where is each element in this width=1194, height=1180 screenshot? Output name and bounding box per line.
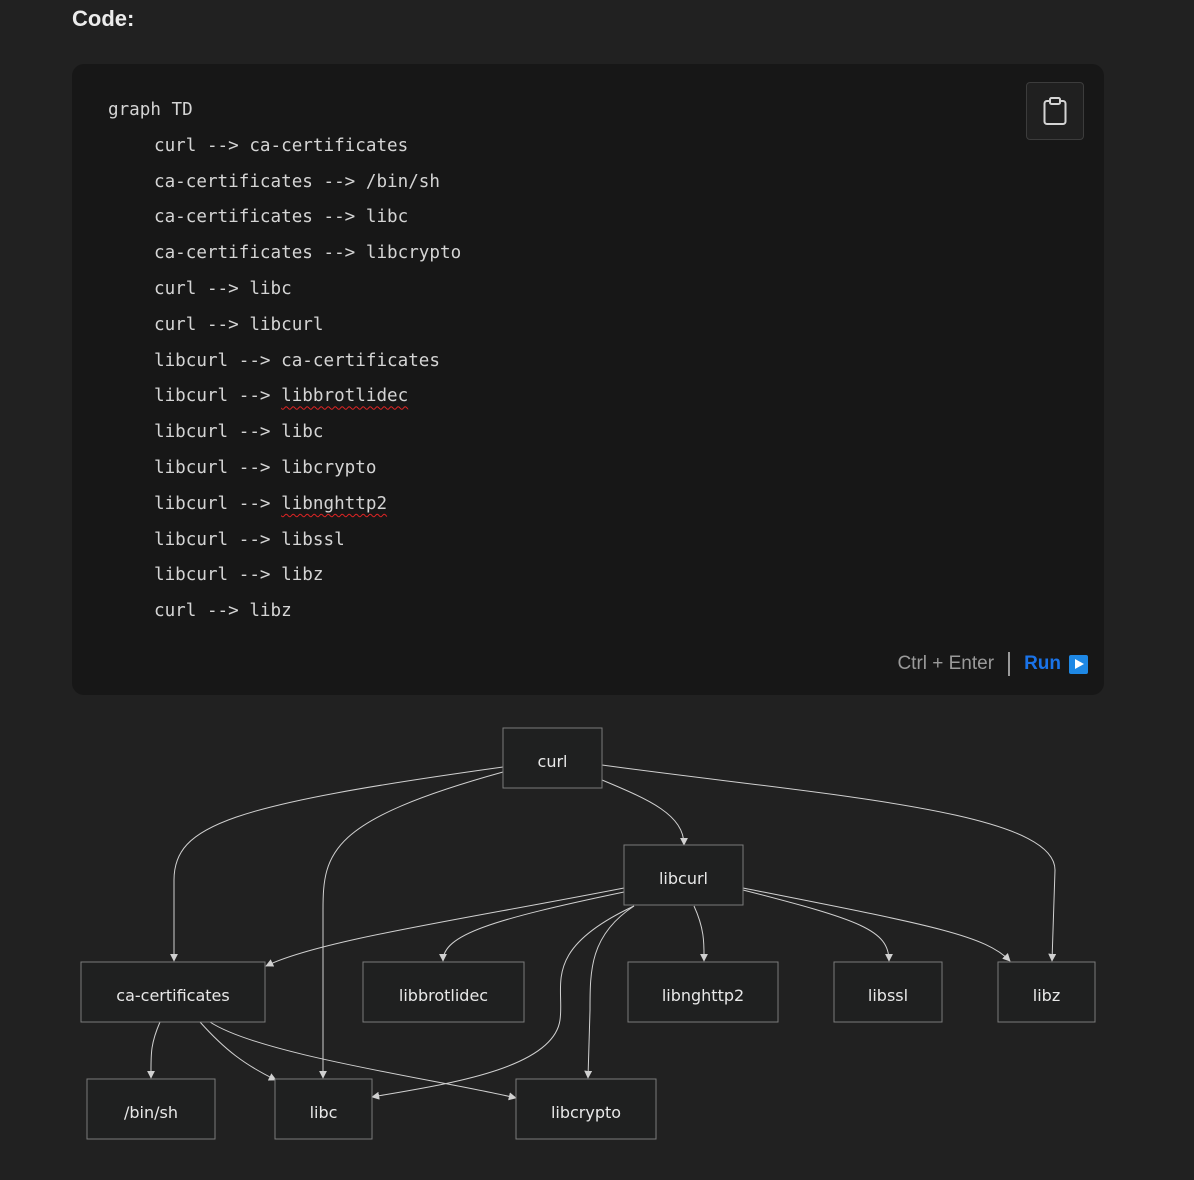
node-libcrypto[interactable]: libcrypto xyxy=(515,1078,657,1140)
clipboard-icon xyxy=(1043,97,1067,125)
code-token-misspelled: libbrotlidec xyxy=(281,386,409,407)
node-label: libz xyxy=(1033,986,1060,1005)
code-token: curl --> libc xyxy=(154,278,292,299)
run-shortcut-hint: Ctrl + Enter xyxy=(897,653,995,674)
node-libbrotlidec[interactable]: libbrotlidec xyxy=(362,961,525,1023)
run-bar: Ctrl + Enter Run xyxy=(897,652,1088,676)
code-token: ca-certificates --> libc xyxy=(154,207,409,228)
node-label: libcurl xyxy=(659,869,708,888)
code-line: libcurl --> libnghttp2 xyxy=(108,487,461,523)
code-token: libcurl --> libc xyxy=(154,422,324,443)
mermaid-diagram: curl libcurl ca-certificates libbrotlide… xyxy=(80,727,1096,1140)
node-libc[interactable]: libc xyxy=(274,1078,373,1140)
code-line: ca-certificates --> libcrypto xyxy=(108,236,461,272)
edge-cacertificates-binsh xyxy=(146,1021,161,1079)
code-token: graph TD xyxy=(108,100,193,120)
play-icon xyxy=(1069,654,1088,674)
code-editor[interactable]: graph TD curl --> ca-certificates ca-certi… xyxy=(108,93,461,630)
code-token: ca-certificates --> /bin/sh xyxy=(154,171,440,192)
code-token: libcurl --> xyxy=(154,386,282,407)
node-libssl[interactable]: libssl xyxy=(833,961,943,1023)
node-label: /bin/sh xyxy=(124,1103,178,1122)
code-line: curl --> libcurl xyxy=(108,308,461,344)
divider xyxy=(1008,652,1011,676)
code-line: graph TD xyxy=(108,93,461,129)
run-button[interactable]: Run xyxy=(1024,653,1088,675)
node-label: libcrypto xyxy=(551,1103,621,1122)
code-line: curl --> libz xyxy=(108,594,461,630)
code-line: ca-certificates --> libc xyxy=(108,200,461,236)
edge-libcurl-libssl xyxy=(742,889,893,962)
node-label: libbrotlidec xyxy=(399,986,488,1005)
code-token: libcurl --> xyxy=(154,493,282,514)
code-token: libcurl --> ca-certificates xyxy=(154,350,440,371)
edge-curl-cacertificates xyxy=(170,766,504,962)
node-label: libssl xyxy=(868,986,908,1005)
node-label: curl xyxy=(538,752,568,771)
edge-libcurl-libnghttp2 xyxy=(693,905,709,962)
edge-curl-libcurl xyxy=(601,779,688,846)
node-libz[interactable]: libz xyxy=(997,961,1096,1023)
code-line: libcurl --> ca-certificates xyxy=(108,344,461,380)
node-bin-sh[interactable]: /bin/sh xyxy=(86,1078,216,1140)
code-line: libcurl --> libbrotlidec xyxy=(108,379,461,415)
section-title: Code: xyxy=(72,6,135,31)
code-line: ca-certificates --> /bin/sh xyxy=(108,165,461,201)
code-line: libcurl --> libcrypto xyxy=(108,451,461,487)
code-token: curl --> libcurl xyxy=(154,314,324,335)
code-token: libcurl --> libcrypto xyxy=(154,457,377,478)
code-line: libcurl --> libz xyxy=(108,558,461,594)
edge-libcurl-cacertificates xyxy=(265,887,625,967)
code-token: curl --> ca-certificates xyxy=(154,135,409,156)
code-token: libcurl --> libssl xyxy=(154,529,345,550)
edge-curl-libc xyxy=(319,771,504,1079)
code-token: curl --> libz xyxy=(154,601,292,622)
node-ca-certificates[interactable]: ca-certificates xyxy=(80,961,266,1023)
code-token: libcurl --> libz xyxy=(154,565,324,586)
code-line: libcurl --> libssl xyxy=(108,523,461,559)
run-label: Run xyxy=(1024,653,1061,674)
node-libnghttp2[interactable]: libnghttp2 xyxy=(627,961,779,1023)
node-curl[interactable]: curl xyxy=(502,727,603,789)
node-label: libnghttp2 xyxy=(662,986,744,1005)
code-token-misspelled: libnghttp2 xyxy=(281,493,388,514)
code-block: graph TD curl --> ca-certificates ca-certi… xyxy=(72,64,1104,695)
code-token: ca-certificates --> libcrypto xyxy=(154,243,462,264)
code-line: curl --> libc xyxy=(108,272,461,308)
edge-libcurl-libcrypto xyxy=(584,905,635,1079)
node-label: libc xyxy=(310,1103,338,1122)
node-label: ca-certificates xyxy=(116,986,229,1005)
edge-libcurl-libz xyxy=(742,887,1011,962)
copy-code-button[interactable] xyxy=(1026,82,1084,140)
edge-cacertificates-libc xyxy=(199,1021,277,1081)
node-libcurl[interactable]: libcurl xyxy=(623,844,744,906)
code-line: curl --> ca-certificates xyxy=(108,129,461,165)
code-line: libcurl --> libc xyxy=(108,415,461,451)
